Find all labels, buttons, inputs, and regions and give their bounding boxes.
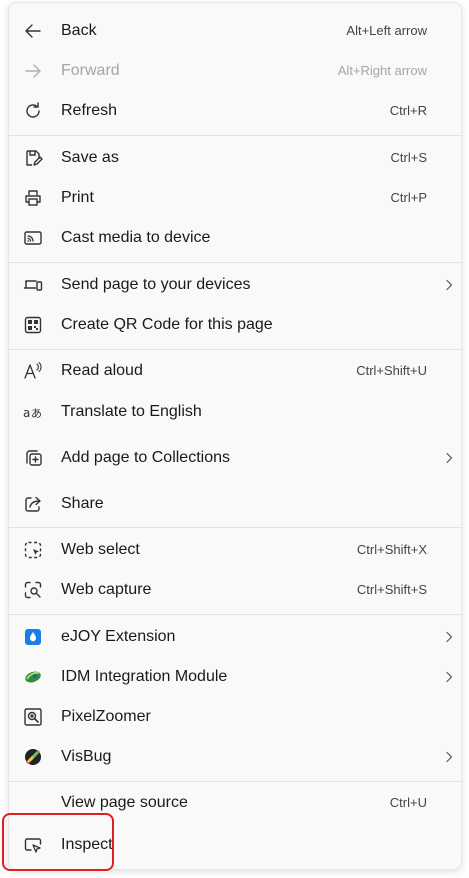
idm-icon xyxy=(23,667,43,687)
chevron-right-icon xyxy=(443,265,455,291)
menu-item-idm-integration[interactable]: IDM Integration Module xyxy=(9,657,463,697)
menu-item-share[interactable]: Share xyxy=(9,484,463,524)
menu-item-web-select[interactable]: Web select Ctrl+Shift+X xyxy=(9,530,463,570)
menu-item-shortcut: Ctrl+Shift+X xyxy=(356,542,427,557)
menu-item-forward[interactable]: Forward Alt+Right arrow xyxy=(9,51,463,91)
menu-separator xyxy=(9,135,463,136)
menu-item-label: PixelZoomer xyxy=(61,708,151,725)
menu-item-label: Translate to English xyxy=(61,403,202,420)
menu-item-shortcut: Ctrl+S xyxy=(390,150,427,165)
menu-item-cast[interactable]: Cast media to device xyxy=(9,218,463,258)
chevron-right-icon xyxy=(443,737,455,763)
menu-item-pixelzoomer[interactable]: PixelZoomer xyxy=(9,697,463,737)
chevron-right-icon xyxy=(443,657,455,683)
menu-item-label: Refresh xyxy=(61,102,118,119)
menu-item-label: VisBug xyxy=(61,748,112,765)
menu-item-shortcut: Ctrl+Shift+S xyxy=(356,582,427,597)
menu-item-label: Back xyxy=(61,22,97,39)
menu-item-label: Read aloud xyxy=(61,362,143,379)
context-menu: Back Alt+Left arrow Forward Alt+Right ar… xyxy=(8,2,463,870)
chevron-right-icon xyxy=(443,438,455,464)
translate-icon: aあ xyxy=(23,402,43,422)
devices-icon xyxy=(23,275,43,295)
menu-item-label: Save as xyxy=(61,149,119,166)
menu-item-label: Create QR Code for this page xyxy=(61,316,273,333)
menu-item-shortcut: Alt+Right arrow xyxy=(337,63,427,78)
magnifier-icon xyxy=(23,707,43,727)
inspect-highlight-box xyxy=(2,813,114,871)
visbug-icon xyxy=(23,747,43,767)
menu-separator xyxy=(9,527,463,528)
qr-code-icon xyxy=(23,315,43,335)
menu-item-visbug[interactable]: VisBug xyxy=(9,737,463,777)
menu-item-shortcut: Alt+Left arrow xyxy=(346,23,427,38)
menu-item-label: Print xyxy=(61,189,94,206)
menu-item-label: Share xyxy=(61,495,104,512)
svg-text:あ: あ xyxy=(31,407,42,420)
menu-item-label: Web select xyxy=(61,541,140,558)
menu-item-label: eJOY Extension xyxy=(61,628,176,645)
menu-item-save-as[interactable]: Save as Ctrl+S xyxy=(9,138,463,178)
menu-item-shortcut: Ctrl+Shift+U xyxy=(356,363,427,378)
menu-item-collections[interactable]: Add page to Collections xyxy=(9,438,463,478)
menu-item-shortcut: Ctrl+P xyxy=(390,190,427,205)
share-icon xyxy=(23,494,43,514)
ejoy-drop-icon xyxy=(23,627,43,647)
svg-text:a: a xyxy=(23,406,30,420)
menu-item-qr-code[interactable]: Create QR Code for this page xyxy=(9,305,463,345)
read-aloud-icon xyxy=(23,361,43,381)
menu-item-back[interactable]: Back Alt+Left arrow xyxy=(9,11,463,51)
menu-item-read-aloud[interactable]: Read aloud Ctrl+Shift+U xyxy=(9,351,463,391)
menu-item-label: IDM Integration Module xyxy=(61,668,228,685)
menu-item-shortcut: Ctrl+R xyxy=(389,103,427,118)
menu-item-ejoy-extension[interactable]: eJOY Extension xyxy=(9,617,463,657)
menu-separator xyxy=(9,262,463,263)
arrow-left-icon xyxy=(23,21,43,41)
printer-icon xyxy=(23,188,43,208)
cast-icon xyxy=(23,228,43,248)
menu-item-shortcut: Ctrl+U xyxy=(389,795,427,810)
save-as-icon xyxy=(23,148,43,168)
chevron-right-icon xyxy=(443,617,455,643)
menu-separator xyxy=(9,614,463,615)
menu-item-web-capture[interactable]: Web capture Ctrl+Shift+S xyxy=(9,570,463,610)
web-select-icon xyxy=(23,540,43,560)
collections-add-icon xyxy=(23,448,43,468)
menu-item-label: Cast media to device xyxy=(61,229,211,246)
refresh-icon xyxy=(23,101,43,121)
menu-item-refresh[interactable]: Refresh Ctrl+R xyxy=(9,91,463,131)
menu-separator xyxy=(9,781,463,782)
arrow-right-icon xyxy=(23,61,43,81)
menu-item-print[interactable]: Print Ctrl+P xyxy=(9,178,463,218)
web-capture-icon xyxy=(23,580,43,600)
menu-item-send-page[interactable]: Send page to your devices xyxy=(9,265,463,305)
menu-item-label: Send page to your devices xyxy=(61,276,251,293)
menu-item-label: Add page to Collections xyxy=(61,449,230,466)
menu-separator xyxy=(9,349,463,350)
menu-item-translate[interactable]: aあ Translate to English xyxy=(9,392,463,432)
menu-item-label: Forward xyxy=(61,62,120,79)
menu-item-label: Web capture xyxy=(61,581,152,598)
